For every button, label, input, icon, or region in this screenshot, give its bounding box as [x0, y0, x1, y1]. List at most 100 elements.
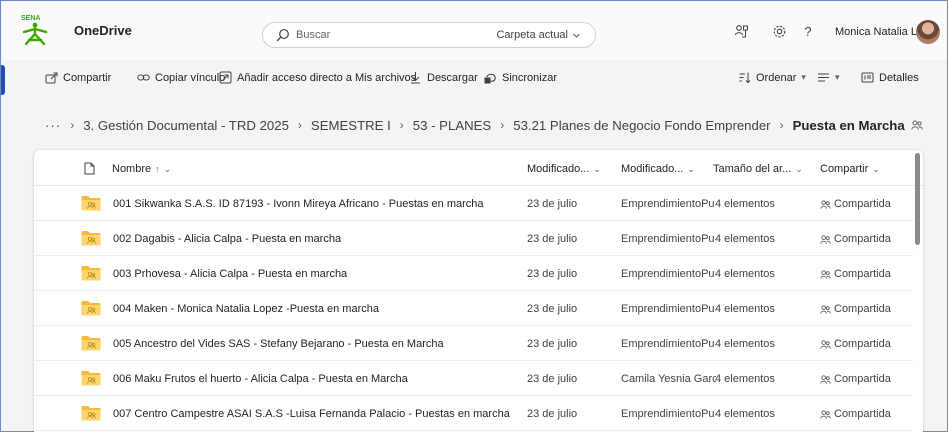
table-row[interactable]: 005 Ancestro del Vides SAS - Stefany Bej… [34, 326, 914, 361]
row-size: 4 elementos [715, 373, 775, 385]
svg-text:SENA: SENA [21, 15, 40, 22]
row-modified-date: 23 de julio [527, 233, 578, 245]
row-modified-by[interactable]: EmprendimientoPu [621, 268, 716, 280]
column-size-label: Tamaño del ar... [713, 163, 792, 175]
column-sharing-label: Compartir [820, 163, 869, 175]
column-header-name[interactable]: Nombre ↑ ⌄ [112, 163, 171, 175]
row-sharing[interactable]: Compartida [820, 373, 891, 385]
share-label: Compartir [63, 71, 112, 84]
row-sharing[interactable]: Compartida [820, 198, 891, 210]
sort-icon [739, 72, 751, 84]
avatar[interactable] [916, 20, 940, 44]
shared-people-icon [911, 120, 923, 130]
chevron-down-icon: ⌄ [593, 163, 601, 174]
details-label: Detalles [879, 71, 919, 84]
row-file-name[interactable]: 002 Dagabis - Alicia Calpa - Puesta en m… [113, 233, 341, 245]
chevron-down-icon: ⌄ [795, 163, 803, 174]
breadcrumb-overflow-button[interactable]: ··· [45, 118, 61, 133]
add-shortcut-label: Añadir acceso directo a Mis archivos [237, 71, 417, 84]
row-file-name[interactable]: 003 Prhovesa - Alicia Calpa - Puesta en … [113, 268, 347, 280]
row-sharing[interactable]: Compartida [820, 338, 891, 350]
row-sharing-label: Compartida [834, 373, 891, 385]
file-type-icon[interactable] [84, 162, 95, 175]
breadcrumb: ··· › 3. Gestión Documental - TRD 2025 ›… [45, 114, 923, 136]
row-sharing[interactable]: Compartida [820, 268, 891, 280]
column-name-label: Nombre [112, 163, 152, 175]
shared-folder-icon [81, 196, 101, 211]
search-input[interactable] [296, 26, 476, 44]
chevron-down-icon: ⌄ [163, 163, 172, 174]
row-modified-by[interactable]: EmprendimientoPu [621, 233, 716, 245]
row-file-name[interactable]: 006 Maku Frutos el huerto - Alicia Calpa… [113, 373, 408, 385]
chevron-right-icon: › [297, 118, 302, 132]
row-modified-by[interactable]: EmprendimientoPu [621, 408, 716, 420]
sync-button[interactable]: Sincronizar [484, 71, 557, 84]
shared-folder-icon [81, 301, 101, 316]
shared-people-icon [820, 269, 831, 279]
breadcrumb-item[interactable]: 3. Gestión Documental - TRD 2025 [83, 118, 289, 133]
row-modified-by[interactable]: EmprendimientoPu [621, 198, 716, 210]
row-file-name[interactable]: 001 Sikwanka S.A.S. ID 87193 - Ivonn Mir… [113, 198, 484, 210]
column-modified-label: Modificado... [527, 163, 590, 175]
row-file-name[interactable]: 004 Maken - Monica Natalia Lopez -Puesta… [113, 303, 379, 315]
row-sharing[interactable]: Compartida [820, 303, 891, 315]
row-size: 4 elementos [715, 268, 775, 280]
share-button[interactable]: Compartir [45, 71, 111, 84]
shared-folder-icon [81, 336, 101, 351]
row-modified-by[interactable]: EmprendimientoPu [621, 338, 716, 350]
column-header-size[interactable]: Tamaño del ar... ⌄ [713, 163, 803, 175]
gear-icon[interactable] [770, 22, 788, 40]
details-button[interactable]: Detalles [861, 71, 919, 84]
people-network-icon[interactable] [732, 22, 750, 40]
column-header-modified-by[interactable]: Modificado... ⌄ [621, 163, 695, 175]
sena-logo-icon[interactable]: SENA [18, 12, 52, 48]
column-header-sharing[interactable]: Compartir ⌄ [820, 163, 880, 175]
help-icon[interactable]: ? [799, 22, 817, 40]
add-shortcut-button[interactable]: Añadir acceso directo a Mis archivos [219, 71, 416, 84]
row-size: 4 elementos [715, 408, 775, 420]
search-box[interactable]: Carpeta actual [262, 22, 596, 48]
row-modified-by[interactable]: EmprendimientoPu [621, 303, 716, 315]
search-icon [276, 29, 289, 42]
row-file-name[interactable]: 007 Centro Campestre ASAI S.A.S -Luisa F… [113, 408, 510, 420]
share-icon [45, 72, 58, 84]
row-sharing-label: Compartida [834, 233, 891, 245]
view-options-button[interactable]: ▾ [817, 71, 840, 84]
row-file-name[interactable]: 005 Ancestro del Vides SAS - Stefany Bej… [113, 338, 444, 350]
table-row[interactable]: 004 Maken - Monica Natalia Lopez -Puesta… [34, 291, 914, 326]
breadcrumb-item[interactable]: SEMESTRE I [311, 118, 391, 133]
table-row[interactable]: 002 Dagabis - Alicia Calpa - Puesta en m… [34, 221, 914, 256]
shared-people-icon [820, 409, 831, 419]
row-sharing[interactable]: Compartida [820, 408, 891, 420]
chevron-down-icon [573, 33, 580, 38]
row-sharing-label: Compartida [834, 338, 891, 350]
row-sharing-label: Compartida [834, 198, 891, 210]
shared-people-icon [820, 304, 831, 314]
app-name[interactable]: OneDrive [74, 23, 132, 38]
row-sharing[interactable]: Compartida [820, 233, 891, 245]
sort-button[interactable]: Ordenar ▾ [738, 71, 806, 84]
row-sharing-label: Compartida [834, 268, 891, 280]
download-button[interactable]: Descargar [409, 71, 478, 84]
chevron-down-icon: ⌄ [687, 163, 695, 174]
shared-people-icon [820, 234, 831, 244]
breadcrumb-item[interactable]: 53 - PLANES [413, 118, 491, 133]
table-row[interactable]: 003 Prhovesa - Alicia Calpa - Puesta en … [34, 256, 914, 291]
details-pane-icon [861, 72, 874, 83]
copy-link-button[interactable]: Copiar vínculo [137, 71, 225, 84]
row-modified-by[interactable]: Camila Yesnia Garci [621, 373, 716, 385]
sync-label: Sincronizar [502, 71, 558, 84]
table-row[interactable]: 001 Sikwanka S.A.S. ID 87193 - Ivonn Mir… [34, 186, 914, 221]
vertical-scrollbar[interactable] [915, 153, 920, 245]
table-row[interactable]: 007 Centro Campestre ASAI S.A.S -Luisa F… [34, 396, 914, 431]
chevron-right-icon: › [70, 118, 75, 132]
chevron-right-icon: › [500, 118, 505, 132]
column-header-modified[interactable]: Modificado... ⌄ [527, 163, 601, 175]
app-header: SENA OneDrive Carpeta actual ? Monica Na… [2, 2, 946, 60]
row-modified-date: 23 de julio [527, 338, 578, 350]
search-scope-label: Carpeta actual [496, 29, 568, 41]
search-scope-dropdown[interactable]: Carpeta actual [490, 26, 587, 44]
breadcrumb-item[interactable]: 53.21 Planes de Negocio Fondo Emprender [513, 118, 770, 133]
view-list-icon [818, 73, 829, 82]
table-row[interactable]: 006 Maku Frutos el huerto - Alicia Calpa… [34, 361, 914, 396]
